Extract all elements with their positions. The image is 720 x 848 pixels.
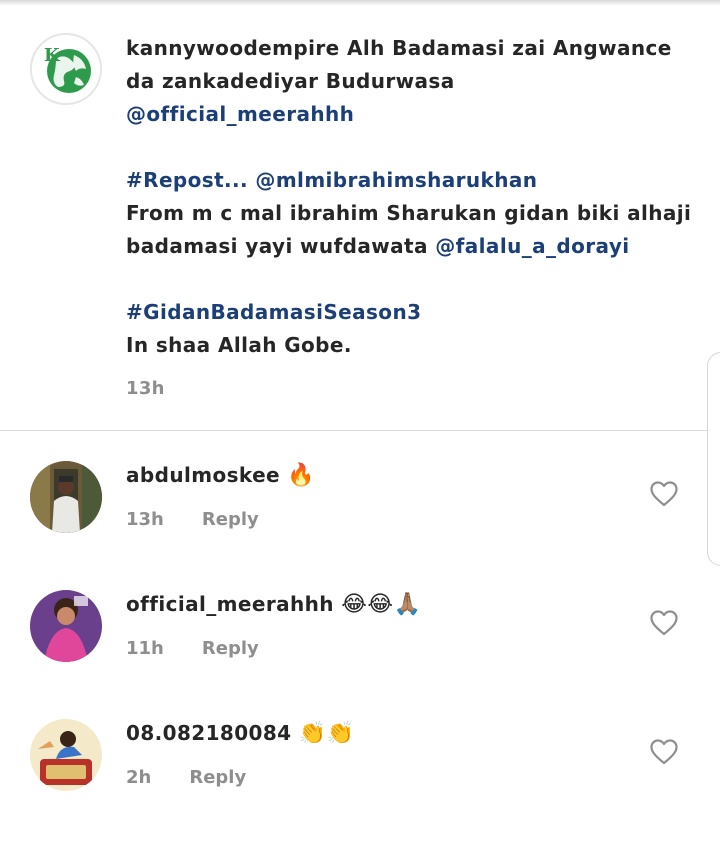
comment-emoji: 👏👏 — [298, 721, 355, 746]
caption-timestamp: 13h — [126, 378, 165, 399]
svg-text:K: K — [44, 45, 61, 66]
person-photo-icon — [30, 719, 102, 791]
comment-text: 08.082180084 👏👏 — [126, 721, 354, 746]
divider — [0, 430, 720, 431]
caption-body-prefix: badamasi yayi wufdawata — [126, 234, 436, 258]
heart-outline-icon[interactable] — [650, 739, 678, 765]
caption-gap-2 — [126, 263, 696, 296]
reply-button[interactable]: Reply — [189, 767, 246, 788]
globe-logo-icon: K — [32, 35, 100, 103]
heart-outline-icon[interactable] — [650, 481, 678, 507]
caption-username[interactable]: kannywoodempire — [126, 36, 340, 60]
comment-username[interactable]: abdulmoskee — [126, 463, 280, 487]
comment-text: abdulmoskee 🔥 — [126, 463, 315, 488]
comment-timestamp: 13h — [126, 509, 164, 530]
caption-text-part: Alh Badamasi zai Angwance — [339, 36, 672, 60]
comment-row: official_meerahhh 😂😂🙏🏽 11h Reply — [0, 590, 720, 719]
caption-line-1: kannywoodempire Alh Badamasi zai Angwanc… — [126, 32, 696, 65]
comment-meta: 11h Reply — [126, 638, 259, 659]
comment-timestamp: 2h — [126, 767, 152, 788]
caption-gap — [126, 131, 696, 164]
caption-body-line-1: From m c mal ibrahim Sharukan gidan biki… — [126, 201, 692, 225]
comment-username[interactable]: 08.082180084 — [126, 721, 291, 745]
caption-mention-link-2[interactable]: @falalu_a_dorayi — [435, 234, 629, 258]
commenter-avatar[interactable] — [30, 719, 102, 791]
comment-timestamp: 11h — [126, 638, 164, 659]
person-photo-icon — [30, 461, 102, 533]
comment-emoji: 😂😂🙏🏽 — [341, 592, 422, 617]
commenter-avatar[interactable] — [30, 590, 102, 662]
reply-button[interactable]: Reply — [202, 638, 259, 659]
comment-text: official_meerahhh 😂😂🙏🏽 — [126, 592, 421, 617]
caption-text: kannywoodempire Alh Badamasi zai Angwanc… — [126, 32, 696, 362]
caption-line-2: da zankadediyar Budurwasa — [126, 69, 455, 93]
comment-row: 08.082180084 👏👏 2h Reply — [0, 719, 720, 848]
caption-repost-line: #Repost... @mlmibrahimsharukhan — [126, 164, 696, 197]
commenter-avatar[interactable] — [30, 461, 102, 533]
person-photo-icon — [30, 590, 102, 662]
post-caption: K kannywoodempire Alh Badamasi zai Angwa… — [0, 0, 720, 430]
caption-closing: In shaa Allah Gobe. — [126, 333, 352, 357]
caption-hashtag-link[interactable]: #GidanBadamasiSeason3 — [126, 296, 696, 329]
caption-body-line-2: badamasi yayi wufdawata @falalu_a_dorayi — [126, 230, 696, 263]
caption-avatar[interactable]: K — [30, 33, 102, 105]
caption-mention-link[interactable]: @official_meerahhh — [126, 98, 696, 131]
comment-username[interactable]: official_meerahhh — [126, 592, 334, 616]
comment-meta: 2h Reply — [126, 767, 246, 788]
repost-mention-link[interactable]: @mlmibrahimsharukhan — [255, 168, 537, 192]
repost-hashtag-link[interactable]: #Repost... — [126, 168, 248, 192]
heart-outline-icon[interactable] — [650, 610, 678, 636]
comment-emoji: 🔥 — [287, 463, 316, 488]
comment-meta: 13h Reply — [126, 509, 259, 530]
reply-button[interactable]: Reply — [202, 509, 259, 530]
comment-row: abdulmoskee 🔥 13h Reply — [0, 461, 720, 590]
